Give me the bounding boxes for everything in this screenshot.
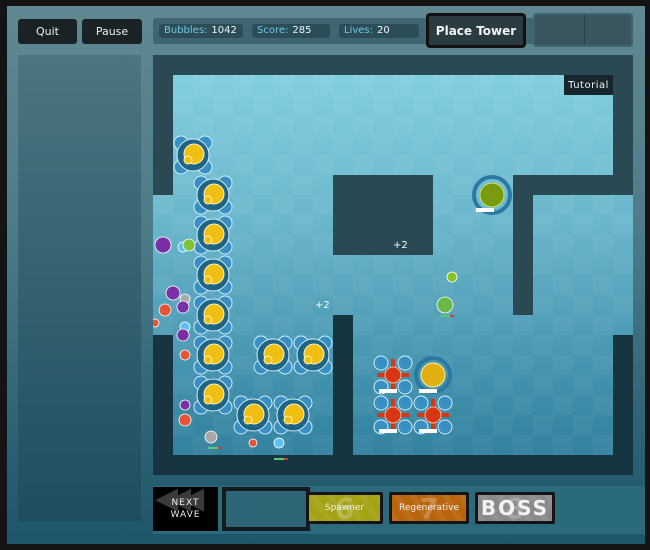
creep-health-bar xyxy=(274,458,284,460)
place-tower-label: Place Tower xyxy=(435,23,517,38)
tower-bubble xyxy=(437,419,453,435)
tower-slot[interactable] xyxy=(535,15,584,45)
tower-level-indicator xyxy=(419,429,437,433)
bubbles-counter: Bubbles: 1042 xyxy=(159,24,243,38)
creep xyxy=(176,300,190,314)
creep xyxy=(273,437,285,449)
tower-yellow-spike xyxy=(420,362,446,388)
wave-card-regenerative[interactable]: 7 Regenerative xyxy=(389,492,469,524)
tower-level-indicator xyxy=(476,208,494,212)
tower-core-small xyxy=(243,415,253,425)
creep xyxy=(178,413,192,427)
quit-button[interactable]: Quit xyxy=(18,19,77,44)
creep-health-bar-damage xyxy=(284,458,288,460)
score-label: Score: xyxy=(257,25,289,36)
lives-label: Lives: xyxy=(344,25,373,36)
tower-bubble xyxy=(437,395,453,411)
wave-label: Spawner xyxy=(324,503,365,513)
tower-core-small xyxy=(203,275,213,285)
tower-bubble xyxy=(397,355,413,371)
pause-label: Pause xyxy=(95,25,129,38)
next-wave-line1: NEXT xyxy=(171,498,200,508)
tower-core-small xyxy=(203,235,213,245)
tower-bubble xyxy=(373,355,389,371)
wave-card-spawner[interactable]: 6 Spawner xyxy=(306,492,383,524)
tower-level-indicator xyxy=(379,389,397,393)
tower-core-small xyxy=(263,355,273,365)
tower-slots xyxy=(533,13,633,47)
place-tower-button[interactable]: Place Tower xyxy=(426,13,526,48)
tower-core-small xyxy=(203,315,213,325)
creep xyxy=(446,271,458,283)
tower-red-cross xyxy=(424,406,442,424)
creep xyxy=(165,285,181,301)
wave-label: BOSS xyxy=(480,496,550,520)
creep-health-bar-damage xyxy=(218,447,222,449)
game-map[interactable]: Tutorial +2 +2 xyxy=(153,55,633,475)
tower-core-small xyxy=(303,355,313,365)
next-wave-line2: WAVE xyxy=(170,510,201,520)
next-wave-button[interactable]: ◀◀◀ NEXT WAVE xyxy=(153,484,218,531)
creep xyxy=(153,318,160,328)
creep-health-bar xyxy=(208,447,218,449)
tower-bubble xyxy=(397,419,413,435)
creep xyxy=(179,399,191,411)
score-counter: Score: 285 xyxy=(252,24,330,38)
wave-card-boss[interactable]: 8 BOSS xyxy=(475,492,555,524)
tower-green-spike xyxy=(479,182,505,208)
tower-core-small xyxy=(203,395,213,405)
creep xyxy=(154,236,172,254)
tower-bubble xyxy=(373,395,389,411)
tower-core-small xyxy=(203,355,213,365)
current-wave-slot xyxy=(222,487,310,531)
pause-button[interactable]: Pause xyxy=(82,19,142,44)
wave-label: Regenerative xyxy=(399,503,459,513)
creep xyxy=(179,349,191,361)
tower-bubble xyxy=(397,379,413,395)
creep xyxy=(176,328,190,342)
tower-red-cross xyxy=(384,406,402,424)
tower-core-small xyxy=(203,195,213,205)
creep xyxy=(204,430,218,444)
creep xyxy=(436,296,454,314)
tower-level-indicator xyxy=(379,429,397,433)
tower-core-small xyxy=(283,415,293,425)
creep xyxy=(182,238,196,252)
tower-slot[interactable] xyxy=(585,15,633,45)
creep xyxy=(248,438,258,448)
tower-level-indicator xyxy=(419,389,437,393)
tower-bubble xyxy=(413,395,429,411)
side-panel xyxy=(18,55,141,521)
lives-counter: Lives: 20 xyxy=(339,24,419,38)
bubbles-value: 1042 xyxy=(211,25,237,36)
creep-health-bar-damage xyxy=(450,315,454,317)
towers-layer xyxy=(153,135,512,460)
quit-label: Quit xyxy=(36,25,59,38)
tower-red-cross xyxy=(384,366,402,384)
score-value: 285 xyxy=(292,25,312,36)
creep-health-bar xyxy=(440,315,450,317)
bubbles-label: Bubbles: xyxy=(164,25,208,36)
lives-value: 20 xyxy=(377,25,390,36)
tower-bubble xyxy=(397,395,413,411)
current-wave-inner xyxy=(226,491,306,527)
tower-core-small xyxy=(183,155,193,165)
creep xyxy=(158,303,172,317)
